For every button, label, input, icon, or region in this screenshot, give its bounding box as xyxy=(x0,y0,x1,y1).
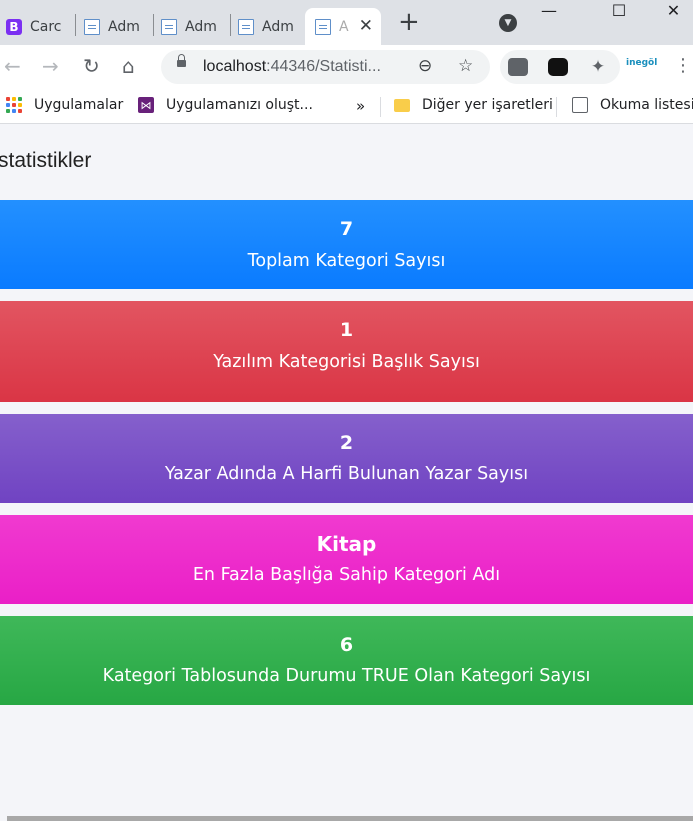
bootstrap-icon: B xyxy=(6,18,22,35)
horizontal-scrollbar[interactable] xyxy=(7,816,693,821)
stat-card-top-category: Kitap En Fazla Başlığa Sahip Kategori Ad… xyxy=(0,515,693,604)
close-icon[interactable]: ✕ xyxy=(359,16,373,36)
stat-label: En Fazla Başlığa Sahip Kategori Adı xyxy=(192,565,501,585)
tab-title: Carc xyxy=(30,18,62,35)
home-icon[interactable]: ⌂ xyxy=(122,54,135,78)
maximize-icon[interactable]: ☐ xyxy=(596,0,642,22)
stat-value: Kitap xyxy=(316,532,377,556)
stat-card-authors-with-a: 2 Yazar Adında A Harfi Bulunan Yazar Say… xyxy=(0,414,693,503)
extension-icon[interactable] xyxy=(508,58,528,76)
tab-title: Adm xyxy=(185,18,217,35)
stat-label: Kategori Tablosunda Durumu TRUE Olan Kat… xyxy=(102,666,591,686)
back-icon[interactable]: ← xyxy=(4,54,21,78)
bookmark-label: Uygulamalar xyxy=(34,97,124,113)
bookmark-label: Diğer yer işaretleri xyxy=(422,97,553,113)
bookmark-visual-studio[interactable]: ⋈ Uygulamanızı oluşt... xyxy=(138,97,313,113)
more-bookmarks-button[interactable]: » xyxy=(356,97,365,115)
folder-icon xyxy=(394,98,410,112)
page-title: statistikler xyxy=(0,149,92,172)
stat-label: Yazar Adında A Harfi Bulunan Yazar Sayıs… xyxy=(164,464,529,484)
tab-search-icon[interactable]: ▼ xyxy=(499,14,517,32)
extensions-area: ✦ xyxy=(500,50,620,84)
browser-tab[interactable]: B Carc xyxy=(0,8,76,45)
browser-tab[interactable]: Adm xyxy=(78,8,154,45)
tab-title: Adm xyxy=(108,18,140,35)
lock-icon[interactable] xyxy=(177,54,186,67)
stat-card-category-count: 7 Toplam Kategori Sayısı xyxy=(0,200,693,289)
browser-tab-active[interactable]: A ✕ xyxy=(305,8,381,45)
kebab-menu-icon[interactable]: ⋮ xyxy=(674,57,692,75)
puzzle-icon[interactable]: ✦ xyxy=(588,58,608,76)
stat-value: 7 xyxy=(339,218,354,240)
bookmark-star-icon[interactable]: ☆ xyxy=(458,56,473,76)
bookmark-reading-list[interactable]: Okuma listesi xyxy=(572,97,693,113)
stat-card-software-titles: 1 Yazılım Kategorisi Başlık Sayısı xyxy=(0,301,693,402)
stat-card-active-categories: 6 Kategori Tablosunda Durumu TRUE Olan K… xyxy=(0,616,693,705)
tab-strip: B Carc Adm Adm Adm A ✕ + ▼ — ☐ ✕ xyxy=(0,0,693,45)
bookmarks-bar: Uygulamalar ⋈ Uygulamanızı oluşt... » Di… xyxy=(0,89,693,124)
zoom-icon[interactable]: ⊖ xyxy=(418,56,432,76)
window-close-icon[interactable]: ✕ xyxy=(654,0,693,22)
document-icon xyxy=(315,18,331,35)
stat-value: 1 xyxy=(339,319,354,341)
browser-toolbar: ← → ↻ ⌂ localhost:44346/Statisti... ⊖ ☆ … xyxy=(0,45,693,89)
new-tab-button[interactable]: + xyxy=(398,8,420,36)
tab-title: A xyxy=(339,18,349,35)
stat-label: Yazılım Kategorisi Başlık Sayısı xyxy=(213,352,480,372)
visual-studio-icon: ⋈ xyxy=(138,97,154,113)
apps-grid-icon xyxy=(6,97,22,113)
bookmark-label: Okuma listesi xyxy=(600,97,693,113)
stat-value: 2 xyxy=(339,432,354,454)
document-icon xyxy=(84,18,100,35)
tab-title: Adm xyxy=(262,18,294,35)
url-text: localhost:44346/Statisti... xyxy=(203,58,381,75)
stat-value: 6 xyxy=(339,634,354,656)
reading-list-icon xyxy=(572,97,588,113)
document-icon xyxy=(161,18,177,35)
address-bar[interactable]: localhost:44346/Statisti... ⊖ ☆ xyxy=(161,50,490,84)
reload-icon[interactable]: ↻ xyxy=(83,54,100,78)
bookmark-label: Uygulamanızı oluşt... xyxy=(166,97,313,113)
bookmark-other[interactable]: Diğer yer işaretleri xyxy=(394,97,553,113)
tampermonkey-icon[interactable] xyxy=(548,58,568,76)
minimize-icon[interactable]: — xyxy=(526,0,572,22)
forward-icon[interactable]: → xyxy=(42,54,59,78)
browser-tab[interactable]: Adm xyxy=(155,8,231,45)
bookmark-apps[interactable]: Uygulamalar xyxy=(6,97,123,113)
browser-tab[interactable]: Adm xyxy=(232,8,304,45)
stat-label: Toplam Kategori Sayısı xyxy=(247,251,446,271)
document-icon xyxy=(238,18,254,35)
inegol-extension-icon[interactable]: inegöl xyxy=(626,58,657,74)
